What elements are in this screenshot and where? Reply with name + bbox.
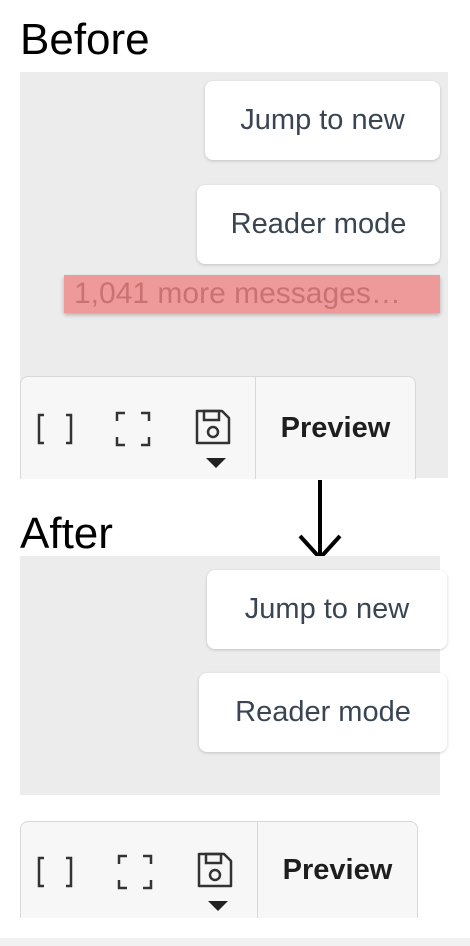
jump-to-new-label: Jump to new <box>240 104 405 136</box>
fullscreen-icon[interactable] <box>115 852 155 892</box>
before-reader-mode-button[interactable]: Reader mode <box>197 185 440 264</box>
reader-mode-label: Reader mode <box>235 696 411 728</box>
more-messages-indicator[interactable]: 1,041 more messages… <box>64 275 440 313</box>
brackets-icon[interactable] <box>35 409 75 449</box>
dropdown-caret-icon[interactable] <box>207 900 229 912</box>
before-heading: Before <box>20 15 150 64</box>
save-icon[interactable] <box>195 850 235 890</box>
after-jump-to-new-button[interactable]: Jump to new <box>207 570 447 649</box>
before-preview-tab[interactable]: Preview <box>256 377 415 479</box>
bottom-strip <box>0 938 470 946</box>
down-arrow-icon <box>298 480 342 561</box>
fullscreen-icon[interactable] <box>113 409 153 449</box>
before-toolbar-area: Preview <box>20 350 448 479</box>
after-heading: After <box>20 509 113 558</box>
brackets-icon[interactable] <box>35 852 75 892</box>
jump-to-new-label: Jump to new <box>244 593 410 625</box>
after-message-panel: Jump to new Reader mode <box>20 556 447 795</box>
after-reader-mode-button[interactable]: Reader mode <box>199 673 447 752</box>
after-preview-tab[interactable]: Preview <box>258 822 417 918</box>
before-message-panel: Jump to new Reader mode 1,041 more messa… <box>20 72 448 350</box>
reader-mode-label: Reader mode <box>230 208 407 240</box>
more-messages-label: 1,041 more messages… <box>74 277 401 310</box>
save-icon[interactable] <box>193 407 233 447</box>
before-editor-toolbar: Preview <box>20 376 416 479</box>
preview-label: Preview <box>280 411 391 444</box>
after-editor-toolbar: Preview <box>20 821 418 918</box>
preview-label: Preview <box>282 853 393 886</box>
dropdown-caret-icon[interactable] <box>205 457 227 469</box>
before-jump-to-new-button[interactable]: Jump to new <box>205 81 440 160</box>
